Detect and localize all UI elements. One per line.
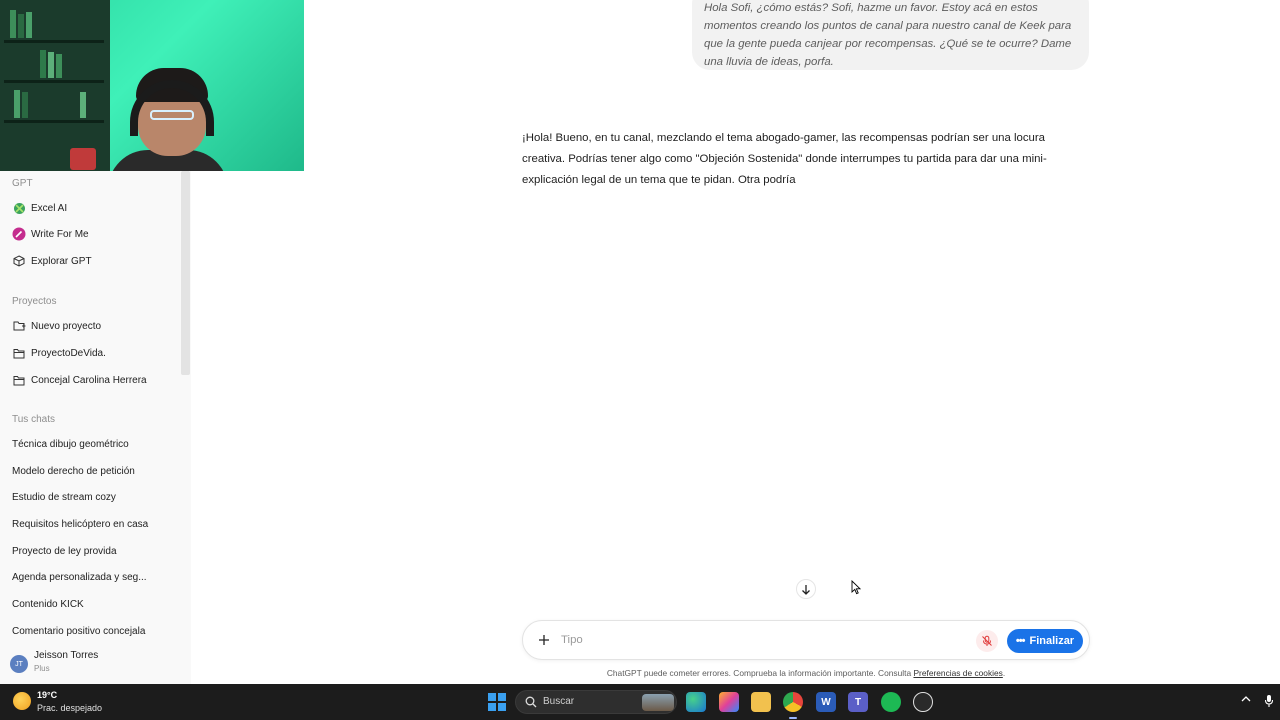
chat-item[interactable]: Requisitos helicóptero en casa [12, 519, 148, 530]
excel-ai-icon [12, 201, 26, 215]
spotify-icon[interactable] [881, 692, 901, 712]
microphone-icon[interactable] [1264, 694, 1274, 708]
sidebar-item-label: ProyectoDeVida. [31, 347, 106, 359]
chats-section-label: Tus chats [12, 414, 55, 425]
sidebar-item-nuevo-proyecto[interactable]: Nuevo proyecto [12, 315, 101, 337]
glasses [150, 110, 194, 120]
chevron-up-icon[interactable] [1241, 695, 1251, 703]
folder-icon [12, 373, 26, 387]
scroll-to-bottom-button[interactable] [796, 579, 816, 599]
chatgpt-icon[interactable] [913, 692, 933, 712]
teams-icon[interactable]: T [848, 692, 868, 712]
chat-item[interactable]: Comentario positivo concejala [12, 626, 145, 637]
user-name: Jeisson Torres [34, 650, 99, 661]
word-icon[interactable]: W [816, 692, 836, 712]
projects-section-label: Proyectos [12, 296, 57, 307]
bookshelf [0, 0, 110, 171]
chat-item[interactable]: Técnica dibujo geométrico [12, 439, 129, 450]
disclaimer-end: . [1002, 668, 1006, 678]
sidebar-item-concejal-carolina-herrera[interactable]: Concejal Carolina Herrera [12, 369, 147, 391]
taskbar-search[interactable]: Buscar [515, 690, 677, 714]
assistant-message: ¡Hola! Bueno, en tu canal, mezclando el … [522, 132, 1047, 186]
copilot-icon[interactable] [719, 692, 739, 712]
attach-button[interactable] [535, 631, 553, 649]
sidebar: GPT Excel AI Write For Me Explorar GPT P… [0, 171, 191, 684]
user-plan: Plus [34, 664, 50, 673]
message-composer: ••• Finalizar [522, 620, 1090, 660]
plus-icon [539, 635, 549, 645]
finish-voice-button[interactable]: ••• Finalizar [1007, 629, 1083, 653]
search-highlight-image [642, 694, 674, 711]
active-app-indicator [789, 717, 797, 719]
sidebar-item-label: Concejal Carolina Herrera [31, 374, 147, 386]
weather-sun-icon[interactable] [13, 692, 31, 710]
new-folder-icon [12, 319, 26, 333]
sidebar-item-label: Explorar GPT [31, 255, 92, 267]
message-input[interactable] [561, 630, 961, 650]
disclaimer: ChatGPT puede cometer errores. Comprueba… [522, 668, 1090, 678]
dots-icon: ••• [1015, 635, 1026, 647]
sidebar-item-write-for-me[interactable]: Write For Me [12, 223, 89, 245]
mouse-cursor-icon [851, 580, 861, 595]
arrow-down-icon [802, 584, 810, 595]
sidebar-item-label: Excel AI [31, 202, 68, 214]
mute-mic-button[interactable] [976, 630, 998, 652]
search-label: Buscar [543, 696, 575, 707]
cube-icon [12, 254, 26, 268]
chat-item[interactable]: Contenido KICK [12, 599, 84, 610]
chrome-icon[interactable] [783, 692, 803, 712]
weather-temperature[interactable]: 19°C [37, 690, 57, 700]
weather-description[interactable]: Prac. despejado [37, 703, 102, 713]
user-profile[interactable]: JT Jeisson Torres Plus [0, 645, 191, 679]
chat-item[interactable]: Agenda personalizada y seg... [12, 572, 147, 583]
start-button[interactable] [488, 693, 506, 711]
write-for-me-icon [12, 227, 26, 241]
sidebar-scrollbar[interactable] [181, 171, 190, 375]
finish-label: Finalizar [1029, 635, 1075, 647]
webcam-overlay [0, 0, 304, 171]
edge-icon[interactable] [686, 692, 706, 712]
chat-item[interactable]: Modelo derecho de petición [12, 466, 135, 477]
folder-icon [12, 346, 26, 360]
disclaimer-text: ChatGPT puede cometer errores. Comprueba… [606, 668, 914, 678]
sidebar-item-proyectodevida[interactable]: ProyectoDeVida. [12, 342, 106, 364]
mic-off-icon [982, 635, 992, 646]
cookie-preferences-link[interactable]: Preferencias de cookies [913, 668, 1002, 678]
search-icon [525, 696, 537, 708]
sidebar-item-explorar-gpt[interactable]: Explorar GPT [12, 250, 92, 272]
mug [70, 148, 96, 170]
windows-taskbar: 19°C Prac. despejado Buscar W T [0, 684, 1280, 720]
chat-item[interactable]: Estudio de stream cozy [12, 492, 116, 503]
gpt-section-label: GPT [12, 178, 33, 189]
user-message-bubble: Hola Sofi, ¿cómo estás? Sofi, hazme un f… [692, 0, 1089, 70]
file-explorer-icon[interactable] [751, 692, 771, 712]
app-root: GPT Excel AI Write For Me Explorar GPT P… [0, 0, 1280, 720]
sidebar-item-excel-ai[interactable]: Excel AI [12, 197, 67, 219]
avatar: JT [10, 655, 28, 673]
chat-item[interactable]: Proyecto de ley provida [12, 546, 117, 557]
sidebar-item-label: Nuevo proyecto [31, 320, 102, 332]
sidebar-item-label: Write For Me [31, 228, 89, 240]
